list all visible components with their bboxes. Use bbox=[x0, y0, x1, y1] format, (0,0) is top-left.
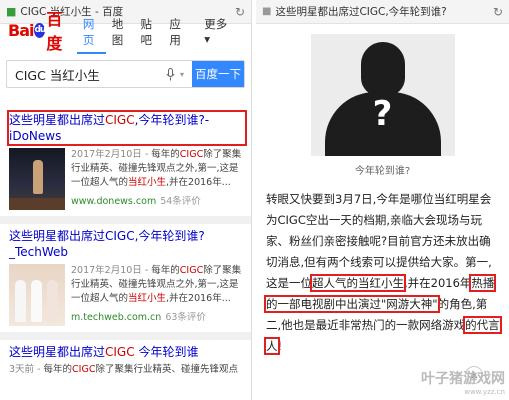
microphone-icon[interactable] bbox=[160, 61, 180, 87]
snippet-keyword: CIGC bbox=[179, 149, 204, 160]
article-pane: ■ 这些明星都出席过CIGC,今年轮到谁? ↻ ? 今年轮到谁? 转眼又快要到3… bbox=[256, 0, 509, 400]
result-date: 3天前 - bbox=[9, 364, 41, 375]
title-text: 这些明星都出席过 bbox=[9, 345, 106, 359]
title-text: 今年轮到谁 bbox=[134, 345, 199, 359]
search-button[interactable]: 百度一下 bbox=[192, 61, 244, 87]
result-url[interactable]: m.techweb.com.cn 63条评价 bbox=[71, 309, 245, 323]
baidu-header: Bai du 百度 网页 地图 贴吧 应用 更多▾ bbox=[0, 10, 251, 54]
result-item: 这些明星都出席过CIGC 今年轮到谁 3天前 - 每年的CIGC除了聚集行业精英… bbox=[0, 332, 251, 383]
result-snippet: 3天前 - 每年的CIGC除了聚集行业精英、碰撞先锋观点 bbox=[9, 363, 245, 377]
result-item: 这些明星都出席过CIGC,今年轮到谁?-iDoNews 2017年2月10日 -… bbox=[0, 108, 251, 216]
result-title-link[interactable]: 这些明星都出席过CIGC,今年轮到谁?_TechWeb bbox=[9, 228, 245, 260]
image-caption: 今年轮到谁? bbox=[354, 166, 411, 177]
snippet-text: 每年的 bbox=[40, 364, 73, 375]
title-text: 这些明星都出席过 bbox=[9, 113, 106, 127]
search-input[interactable]: CIGC 当红小生 bbox=[7, 61, 160, 87]
watermark: 叶子猪游戏网 www.yzz.cn bbox=[421, 368, 505, 396]
highlighted-phrase: 超人气的当红小生 bbox=[310, 274, 406, 292]
watermark-text: 叶子猪游戏网 bbox=[421, 371, 505, 387]
result-body: 2017年2月10日 - 每年的CIGC除了聚集行业精英、碰撞先锋观点之外,第一… bbox=[9, 148, 245, 210]
watermark-url: www.yzz.cn bbox=[464, 388, 505, 396]
tab-apps[interactable]: 应用 bbox=[163, 16, 192, 54]
silhouette-head bbox=[360, 42, 405, 96]
tab-tieba[interactable]: 贴吧 bbox=[135, 16, 164, 54]
baidu-results-pane: ■ CIGC 当红小生 - 百度 ↻ Bai du 百度 网页 地图 贴吧 应用… bbox=[0, 0, 252, 400]
result-item: 这些明星都出席过CIGC,今年轮到谁?_TechWeb 2017年2月10日 -… bbox=[0, 216, 251, 332]
snippet-text: 每年的 bbox=[148, 265, 180, 276]
result-date: 2017年2月10日 - bbox=[71, 265, 149, 276]
result-url[interactable]: www.donews.com 54条评价 bbox=[71, 193, 245, 207]
snippet-text: ,并在2016年... bbox=[166, 177, 231, 188]
search-tabs: 网页 地图 贴吧 应用 更多▾ bbox=[76, 16, 243, 54]
baidu-logo[interactable]: Bai du 百度 bbox=[8, 6, 67, 54]
snippet-text: ,并在2016年... bbox=[166, 293, 231, 304]
body-text: ,并在2016年 bbox=[404, 276, 472, 290]
url-text: m.techweb.com.cn bbox=[71, 312, 162, 323]
result-body: 2017年2月10日 - 每年的CIGC除了聚集行业精英、碰撞先锋观点之外,第一… bbox=[9, 264, 245, 326]
result-thumbnail[interactable] bbox=[9, 148, 65, 210]
snippet-keyword: CIGC bbox=[179, 265, 204, 276]
result-thumbnail[interactable] bbox=[9, 264, 65, 326]
reload-icon[interactable]: ↻ bbox=[493, 5, 503, 19]
address-title: 这些明星都出席过CIGC,今年轮到谁? bbox=[275, 6, 447, 18]
info-icon: ■ bbox=[262, 6, 272, 17]
snippet-keyword: 当红小生 bbox=[128, 177, 167, 188]
snippet-text: 除了聚集行业精英、碰撞先锋观点 bbox=[95, 364, 238, 375]
title-keyword: CIGC bbox=[105, 113, 135, 127]
mystery-silhouette-image: ? bbox=[310, 34, 455, 156]
tab-web[interactable]: 网页 bbox=[76, 16, 106, 54]
result-title-link[interactable]: 这些明星都出席过CIGC,今年轮到谁?-iDoNews bbox=[7, 110, 247, 146]
article-body: 转眼又快要到3月7日,今年是哪位当红明星会为CIGC空出一天的档期,亲临大会现场… bbox=[256, 177, 509, 357]
dropdown-caret-icon[interactable]: ▾ bbox=[180, 61, 192, 87]
chevron-down-icon: ▾ bbox=[204, 32, 211, 46]
result-date: 2017年2月10日 - bbox=[71, 149, 149, 160]
paw-icon: du bbox=[34, 22, 46, 38]
tab-map[interactable]: 地图 bbox=[106, 16, 135, 54]
address-bar[interactable]: ■ 这些明星都出席过CIGC,今年轮到谁? ↻ bbox=[256, 0, 509, 24]
search-bar: CIGC 当红小生 ▾ 百度一下 bbox=[6, 60, 245, 88]
body-text: ! bbox=[277, 339, 283, 353]
review-count: 63条评价 bbox=[165, 312, 206, 323]
snippet-keyword: CIGC bbox=[72, 364, 96, 375]
results-list: 这些明星都出席过CIGC,今年轮到谁?-iDoNews 2017年2月10日 -… bbox=[0, 108, 251, 383]
logo-cn: 百度 bbox=[46, 10, 62, 53]
result-snippet: 2017年2月10日 - 每年的CIGC除了聚集行业精英、碰撞先锋观点之外,第一… bbox=[71, 264, 245, 306]
result-title-link[interactable]: 这些明星都出席过CIGC 今年轮到谁 bbox=[9, 344, 245, 360]
snippet-keyword: 当红小生 bbox=[128, 293, 167, 304]
logo-latin: Bai bbox=[8, 20, 35, 40]
title-keyword: CIGC bbox=[105, 345, 135, 359]
question-mark: ? bbox=[372, 94, 393, 134]
tab-more[interactable]: 更多▾ bbox=[192, 16, 243, 54]
snippet-text: 每年的 bbox=[148, 149, 180, 160]
review-count: 54条评价 bbox=[160, 196, 201, 207]
url-text: www.donews.com bbox=[71, 196, 157, 207]
result-snippet: 2017年2月10日 - 每年的CIGC除了聚集行业精英、碰撞先锋观点之外,第一… bbox=[71, 148, 245, 190]
